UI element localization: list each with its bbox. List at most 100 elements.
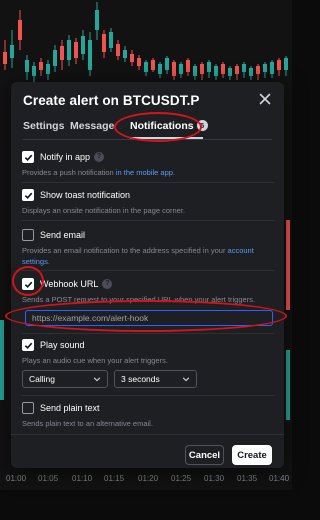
candle-body (165, 58, 169, 70)
tabs-divider (23, 139, 272, 140)
candle-body (286, 220, 290, 310)
time-label: 01:20 (138, 474, 159, 483)
candle-body (277, 60, 281, 70)
candle-body (249, 68, 253, 76)
notification-count-badge: 5 (196, 120, 208, 131)
candle-body (235, 66, 239, 74)
desc-text: . (47, 256, 50, 266)
play-sound-label[interactable]: Play sound (40, 340, 85, 350)
chevron-down-icon (93, 377, 101, 382)
plain-text-checkbox[interactable] (22, 402, 34, 414)
play-sound-description: Plays an audio cue when your alert trigg… (22, 356, 168, 365)
option-webhook: Webhook URL ? Sends a POST request to yo… (22, 277, 274, 306)
candle-body (74, 42, 78, 58)
webhook-checkbox[interactable] (22, 278, 34, 290)
plain-text-description: Sends plain text to an alternative email… (22, 419, 153, 428)
candle-body (81, 36, 85, 54)
candle-body (179, 64, 183, 74)
candle-body (116, 44, 120, 56)
time-label: 01:05 (38, 474, 59, 483)
webhook-description: Sends a POST request to your specified U… (22, 295, 256, 304)
mobile-app-link[interactable]: in the mobile app (116, 168, 173, 177)
sound-select[interactable]: Calling (22, 370, 108, 388)
candle-body (39, 62, 43, 70)
create-button[interactable]: Create (232, 445, 272, 465)
help-icon[interactable]: ? (94, 152, 105, 162)
webhook-label[interactable]: Webhook URL (40, 279, 98, 289)
checkmark-icon (24, 281, 32, 288)
candle-body (60, 46, 64, 60)
candle-body (193, 66, 197, 76)
active-tab-indicator (130, 137, 203, 139)
desc-text: Provides an email notification to the ad… (22, 246, 228, 255)
divider (22, 220, 274, 221)
time-label: 01:25 (171, 474, 192, 483)
candle-body (88, 40, 92, 70)
candle-body (221, 64, 225, 74)
candle-body (158, 64, 162, 74)
notify-in-app-label[interactable]: Notify in app (40, 152, 90, 162)
time-label: 01:35 (237, 474, 258, 483)
candle-body (130, 54, 134, 62)
plain-text-label[interactable]: Send plain text (40, 403, 100, 413)
candle-body (200, 64, 204, 74)
help-icon[interactable]: ? (102, 279, 113, 289)
time-label: 01:10 (72, 474, 93, 483)
divider (22, 395, 274, 396)
bottom-toolbar (0, 490, 292, 520)
checkmark-icon (24, 154, 32, 161)
create-alert-dialog: Create alert on BTCUSDT.P Settings Messa… (11, 82, 284, 468)
show-toast-label[interactable]: Show toast notification (40, 190, 130, 200)
option-play-sound: Play sound Plays an audio cue when your … (22, 338, 274, 367)
play-sound-checkbox[interactable] (22, 339, 34, 351)
show-toast-checkbox[interactable] (22, 189, 34, 201)
candle-body (186, 60, 190, 72)
candle-body (102, 34, 106, 52)
option-plain-text: Send plain text Sends plain text to an a… (22, 401, 274, 430)
time-label: 01:30 (204, 474, 225, 483)
tab-settings[interactable]: Settings (23, 120, 64, 132)
candle-body (137, 58, 141, 66)
tab-message[interactable]: Message (70, 120, 114, 132)
candle-body (3, 52, 7, 64)
send-email-checkbox[interactable] (22, 229, 34, 241)
candle-body (0, 320, 4, 400)
tab-notifications[interactable]: Notifications 5 (130, 120, 208, 132)
duration-select-value: 3 seconds (121, 374, 160, 384)
duration-select[interactable]: 3 seconds (114, 370, 197, 388)
candle-body (123, 50, 127, 58)
candle-body (67, 40, 71, 60)
dialog-title: Create alert on BTCUSDT.P (23, 93, 200, 108)
candle-body (286, 350, 290, 420)
footer-divider (11, 434, 284, 435)
desc-text: Provides a push notification (22, 168, 116, 177)
option-show-toast: Show toast notification Displays an onsi… (22, 188, 274, 217)
divider (22, 182, 274, 183)
notify-in-app-checkbox[interactable] (22, 151, 34, 163)
candle-body (46, 64, 50, 74)
cancel-button[interactable]: Cancel (185, 445, 224, 465)
candle-body (263, 64, 267, 72)
candle-body (95, 10, 99, 30)
close-icon (259, 93, 271, 105)
webhook-url-input[interactable] (25, 310, 273, 326)
candle-body (284, 58, 288, 70)
candle-body (144, 62, 148, 72)
candle-body (242, 64, 246, 72)
candle-body (53, 50, 57, 66)
dialog-tabs: Settings Message Notifications 5 (23, 120, 272, 140)
divider (22, 270, 274, 271)
candle-body (109, 32, 113, 48)
sound-select-value: Calling (29, 374, 55, 384)
close-button[interactable] (257, 91, 273, 107)
send-email-label[interactable]: Send email (40, 230, 85, 240)
candle-body (207, 62, 211, 72)
send-email-description: Provides an email notification to the ad… (22, 246, 274, 267)
candle-body (151, 60, 155, 70)
candle-body (172, 62, 176, 76)
candle-body (270, 62, 274, 74)
tab-notifications-label: Notifications (130, 120, 194, 132)
checkmark-icon (24, 192, 32, 199)
option-send-email: Send email Provides an email notificatio… (22, 228, 274, 267)
candle-body (18, 20, 22, 40)
